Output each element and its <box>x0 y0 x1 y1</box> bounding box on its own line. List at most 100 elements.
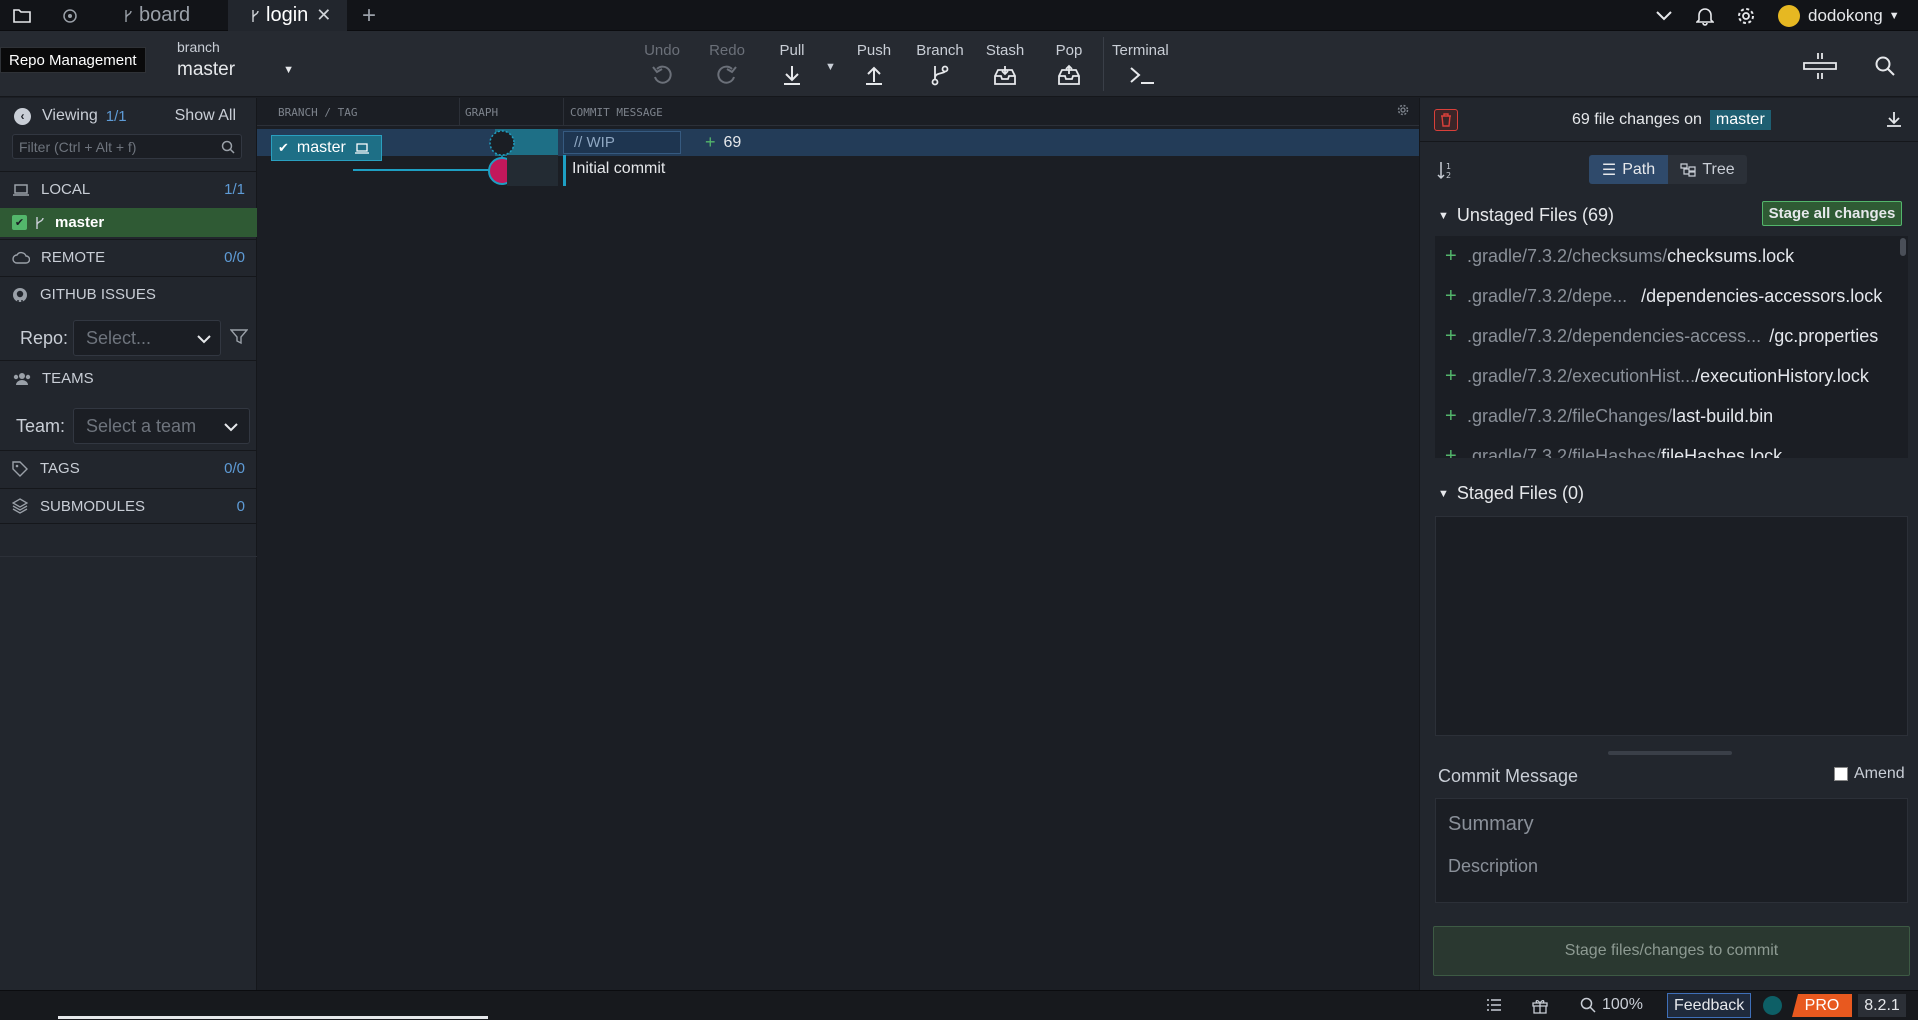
viewing-row: ‹ Viewing 1/1 Show All <box>0 98 257 134</box>
file-row[interactable]: + .gradle/7.3.2/fileHashes/ fileHashes.l… <box>1435 436 1895 459</box>
file-changes-header: 69 file changes on master <box>1572 110 1771 130</box>
tab-label: login <box>266 4 309 26</box>
zoom-control[interactable]: 100% <box>1580 996 1643 1014</box>
summary-input[interactable]: Summary <box>1448 813 1534 836</box>
filter-placeholder: Filter (Ctrl + Alt + f) <box>19 138 137 155</box>
repo-select[interactable]: Select... <box>73 320 221 356</box>
gear-icon <box>1736 6 1756 26</box>
path-view-toggle[interactable]: ☰ Path <box>1589 155 1668 184</box>
tab-label: board <box>139 4 191 26</box>
pull-options-button[interactable]: ▼ <box>825 61 836 73</box>
sort-button[interactable]: 12 <box>1436 160 1456 180</box>
settings-button[interactable] <box>1734 0 1758 31</box>
branch-selector[interactable]: master ▼ <box>177 59 294 81</box>
trash-icon <box>1440 113 1452 127</box>
notifications-button[interactable] <box>1693 0 1717 31</box>
file-row[interactable]: + .gradle/7.3.2/executionHist... /execut… <box>1435 356 1895 396</box>
terminal-button[interactable]: Terminal <box>1112 31 1174 97</box>
collapse-panel-icon[interactable]: ‹ <box>14 107 31 125</box>
file-row[interactable]: + .gradle/7.3.2/dependencies-access... /… <box>1435 316 1895 356</box>
laptop-icon <box>354 142 370 154</box>
caret-down-icon: ▼ <box>825 61 836 73</box>
section-github-issues[interactable]: GITHUB ISSUES <box>0 276 257 312</box>
section-teams[interactable]: TEAMS <box>0 360 257 396</box>
wip-changes-count: + 69 <box>705 132 741 153</box>
file-name: checksums.lock <box>1667 245 1795 266</box>
new-tab-button[interactable]: + <box>357 0 381 31</box>
file-changes-branch[interactable]: master <box>1709 110 1771 130</box>
pro-badge[interactable]: PRO <box>1792 994 1852 1017</box>
commit-message-label: Commit Message <box>1438 766 1579 786</box>
header-divider <box>1420 141 1918 142</box>
branch-label: Branch <box>916 42 964 59</box>
tab-login[interactable]: login ✕ <box>228 0 347 31</box>
column-divider[interactable] <box>459 98 460 126</box>
checkbox-box[interactable] <box>1834 767 1848 781</box>
feedback-button[interactable]: Feedback <box>1667 993 1752 1018</box>
unstaged-files-header[interactable]: ▼ Unstaged Files (69) <box>1438 205 1614 226</box>
list-icon <box>1486 998 1502 1012</box>
section-remote[interactable]: REMOTE 0/0 <box>0 239 257 275</box>
header-commit-message[interactable]: COMMIT MESSAGE <box>570 106 663 119</box>
workspace-button[interactable] <box>56 0 84 31</box>
graph-settings-button[interactable] <box>1397 104 1409 116</box>
download-patch-button[interactable] <box>1886 110 1902 128</box>
resize-handle[interactable] <box>1608 751 1732 755</box>
sidebar-item-master[interactable]: ✔ master <box>0 208 257 237</box>
list-view-button[interactable] <box>1486 998 1502 1012</box>
stash-button[interactable]: Stash <box>980 31 1030 97</box>
stage-all-button[interactable]: Stage all changes <box>1762 201 1902 226</box>
file-row[interactable]: + .gradle/7.3.2/fileChanges/ last-build.… <box>1435 396 1895 436</box>
repo-management-button[interactable] <box>6 0 38 31</box>
header-branch-tag[interactable]: BRANCH / TAG <box>278 106 357 119</box>
commit-button-label: Stage files/changes to commit <box>1564 942 1779 959</box>
amend-checkbox[interactable]: Amend <box>1834 765 1905 783</box>
undo-button[interactable]: Undo <box>638 31 686 97</box>
svg-text:1: 1 <box>1446 162 1451 171</box>
staged-file-list <box>1435 516 1908 736</box>
branch-badge-master[interactable]: ✔ master <box>271 135 382 161</box>
file-row[interactable]: + .gradle/7.3.2/depe... /dependencies-ac… <box>1435 276 1895 316</box>
column-divider[interactable] <box>563 98 564 126</box>
gift-button[interactable] <box>1532 998 1548 1014</box>
filter-settings-button[interactable] <box>230 329 248 345</box>
section-local[interactable]: LOCAL 1/1 <box>0 171 257 207</box>
tree-label: Tree <box>1702 160 1735 178</box>
close-tab-icon[interactable]: ✕ <box>316 5 331 26</box>
expand-button[interactable] <box>1652 0 1676 31</box>
viewing-count: 1/1 <box>105 107 127 125</box>
user-menu[interactable]: dodokong ▼ <box>1778 0 1904 31</box>
wip-placeholder: // WIP <box>574 134 615 151</box>
staged-files-header[interactable]: ▼ Staged Files (0) <box>1438 483 1584 504</box>
pull-button[interactable]: Pull <box>768 31 816 97</box>
tags-label: TAGS <box>40 460 80 477</box>
terminal-icon <box>1128 64 1156 86</box>
commit-message-initial[interactable]: Initial commit <box>572 160 665 178</box>
discard-all-button[interactable] <box>1434 109 1458 131</box>
stash-icon <box>993 64 1017 86</box>
tree-view-toggle[interactable]: Tree <box>1668 155 1747 184</box>
header-graph[interactable]: GRAPH <box>465 106 498 119</box>
filter-input[interactable]: Filter (Ctrl + Alt + f) <box>12 134 242 159</box>
search-button[interactable] <box>1874 55 1896 77</box>
show-all-link[interactable]: Show All <box>175 107 236 125</box>
scrollbar-thumb[interactable] <box>1900 238 1906 256</box>
file-row[interactable]: + .gradle/7.3.2/checksums/ checksums.loc… <box>1435 236 1895 276</box>
team-select[interactable]: Select a team <box>73 408 250 444</box>
description-input[interactable]: Description <box>1448 856 1538 877</box>
local-count: 1/1 <box>224 181 245 198</box>
branch-button[interactable]: Branch <box>912 31 968 97</box>
tab-board[interactable]: board <box>103 0 227 31</box>
filter-icon <box>230 329 248 345</box>
commit-button[interactable]: Stage files/changes to commit <box>1433 926 1910 976</box>
section-tags[interactable]: TAGS 0/0 <box>0 450 257 486</box>
sort-icon: 12 <box>1436 160 1456 180</box>
redo-button[interactable]: Redo <box>703 31 751 97</box>
section-submodules[interactable]: SUBMODULES 0 <box>0 488 257 524</box>
version-label: 8.2.1 <box>1864 996 1900 1014</box>
wip-message-input[interactable]: // WIP <box>563 131 681 154</box>
pop-button[interactable]: Pop <box>1045 31 1093 97</box>
push-button[interactable]: Push <box>850 31 898 97</box>
layout-toggle-button[interactable] <box>1802 51 1838 81</box>
version-badge[interactable]: 8.2.1 <box>1858 994 1906 1017</box>
